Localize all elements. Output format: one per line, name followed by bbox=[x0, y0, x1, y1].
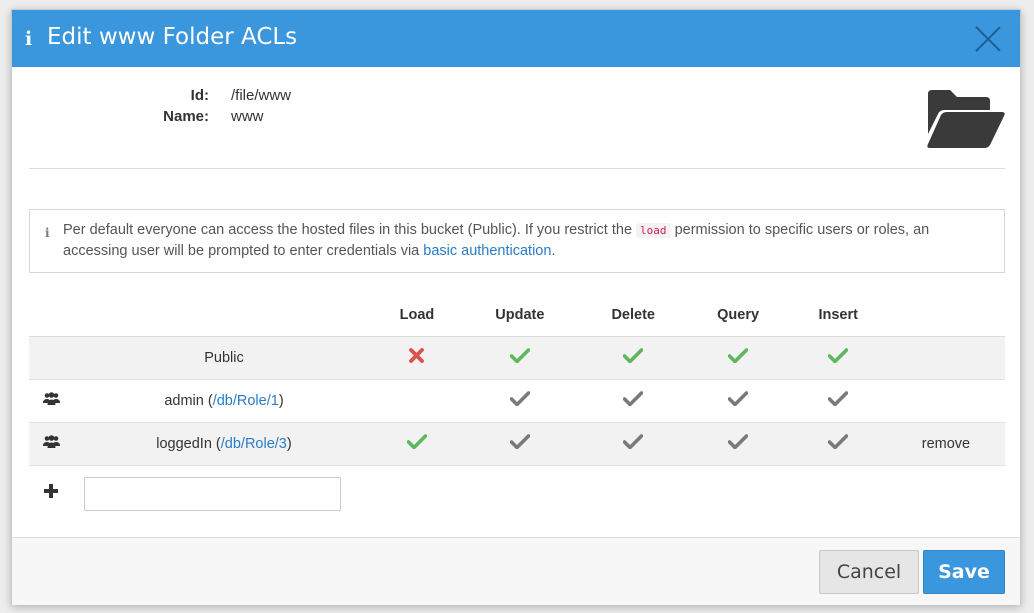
principal-name: Public bbox=[204, 349, 244, 366]
update-inherited-check-icon[interactable] bbox=[459, 379, 580, 423]
insert-allowed-check-icon[interactable] bbox=[789, 336, 887, 380]
basic-auth-link[interactable]: basic authentication bbox=[423, 243, 551, 259]
info-icon: i bbox=[25, 28, 33, 50]
principal-name-cell: Public bbox=[74, 336, 374, 380]
remove-button[interactable]: remove bbox=[922, 436, 970, 452]
header-icon-col bbox=[29, 295, 74, 337]
divider bbox=[29, 168, 1005, 169]
dialog-title: Edit www Folder ACLs bbox=[47, 24, 298, 50]
acl-table: Load Update Delete Query Insert Public ad… bbox=[29, 295, 1005, 466]
property-id: Id: /file/www bbox=[12, 87, 372, 108]
row-icon-cell bbox=[29, 379, 74, 423]
acl-row: loggedIn (/db/Role/3) remove bbox=[29, 422, 1005, 466]
row-icon-cell bbox=[29, 336, 74, 380]
info-alert: i Per default everyone can access the ho… bbox=[29, 209, 1005, 273]
users-group-icon bbox=[43, 435, 60, 452]
load-allowed-check-icon[interactable] bbox=[374, 422, 460, 466]
row-icon-cell bbox=[29, 422, 74, 466]
acl-header-row: Load Update Delete Query Insert bbox=[29, 295, 1005, 337]
edit-acl-dialog: i Edit www Folder ACLs Id: /file/www Nam… bbox=[11, 9, 1021, 605]
delete-inherited-check-icon[interactable] bbox=[579, 422, 687, 466]
dialog-footer: Cancel Save bbox=[12, 537, 1020, 605]
query-inherited-check-icon[interactable] bbox=[686, 422, 790, 466]
principal-name: loggedIn bbox=[156, 435, 212, 452]
add-principal-input[interactable] bbox=[84, 477, 341, 511]
update-inherited-check-icon[interactable] bbox=[459, 422, 580, 466]
cancel-button[interactable]: Cancel bbox=[819, 550, 919, 594]
plus-icon[interactable] bbox=[44, 484, 58, 498]
property-name: Name: www bbox=[12, 108, 372, 129]
principal-name: admin bbox=[164, 392, 204, 409]
row-action-cell bbox=[886, 379, 1005, 423]
row-action-cell: remove bbox=[886, 422, 1005, 466]
load-denied-x-icon[interactable] bbox=[374, 336, 460, 380]
delete-allowed-check-icon[interactable] bbox=[579, 336, 687, 380]
alert-text-after: . bbox=[551, 243, 556, 259]
insert-inherited-check-icon[interactable] bbox=[789, 422, 887, 466]
header-action-col bbox=[886, 295, 1005, 337]
header-load: Load bbox=[374, 295, 460, 337]
property-name-label: Name: bbox=[163, 108, 209, 125]
property-name-value: www bbox=[231, 108, 264, 125]
save-button[interactable]: Save bbox=[923, 550, 1005, 594]
dialog-header: i Edit www Folder ACLs bbox=[12, 10, 1020, 67]
header-delete: Delete bbox=[579, 295, 687, 337]
query-allowed-check-icon[interactable] bbox=[686, 336, 790, 380]
users-group-icon bbox=[43, 392, 60, 409]
close-icon[interactable] bbox=[975, 26, 1001, 52]
acl-row: Public bbox=[29, 336, 1005, 380]
principal-name-cell: loggedIn (/db/Role/3) bbox=[74, 422, 374, 466]
query-inherited-check-icon[interactable] bbox=[686, 379, 790, 423]
header-name-col bbox=[74, 295, 374, 337]
add-principal-row bbox=[29, 466, 1005, 526]
principal-name-cell: admin (/db/Role/1) bbox=[74, 379, 374, 423]
alert-text-before: Per default everyone can access the host… bbox=[63, 222, 633, 238]
property-id-value: /file/www bbox=[231, 87, 292, 104]
principal-link[interactable]: /db/Role/3 bbox=[221, 436, 287, 452]
header-update: Update bbox=[459, 295, 580, 337]
principal-link[interactable]: /db/Role/1 bbox=[213, 393, 279, 409]
alert-code: load bbox=[636, 223, 671, 238]
folder-open-icon bbox=[927, 90, 1005, 148]
properties-list: Id: /file/www Name: www bbox=[12, 87, 372, 129]
header-query: Query bbox=[686, 295, 790, 337]
property-id-label: Id: bbox=[190, 87, 209, 104]
row-action-cell bbox=[886, 336, 1005, 380]
header-insert: Insert bbox=[789, 295, 887, 337]
load-permission-cell[interactable] bbox=[374, 379, 460, 423]
update-allowed-check-icon[interactable] bbox=[459, 336, 580, 380]
delete-inherited-check-icon[interactable] bbox=[579, 379, 687, 423]
acl-row: admin (/db/Role/1) bbox=[29, 379, 1005, 423]
insert-inherited-check-icon[interactable] bbox=[789, 379, 887, 423]
alert-info-icon: i bbox=[45, 226, 50, 240]
